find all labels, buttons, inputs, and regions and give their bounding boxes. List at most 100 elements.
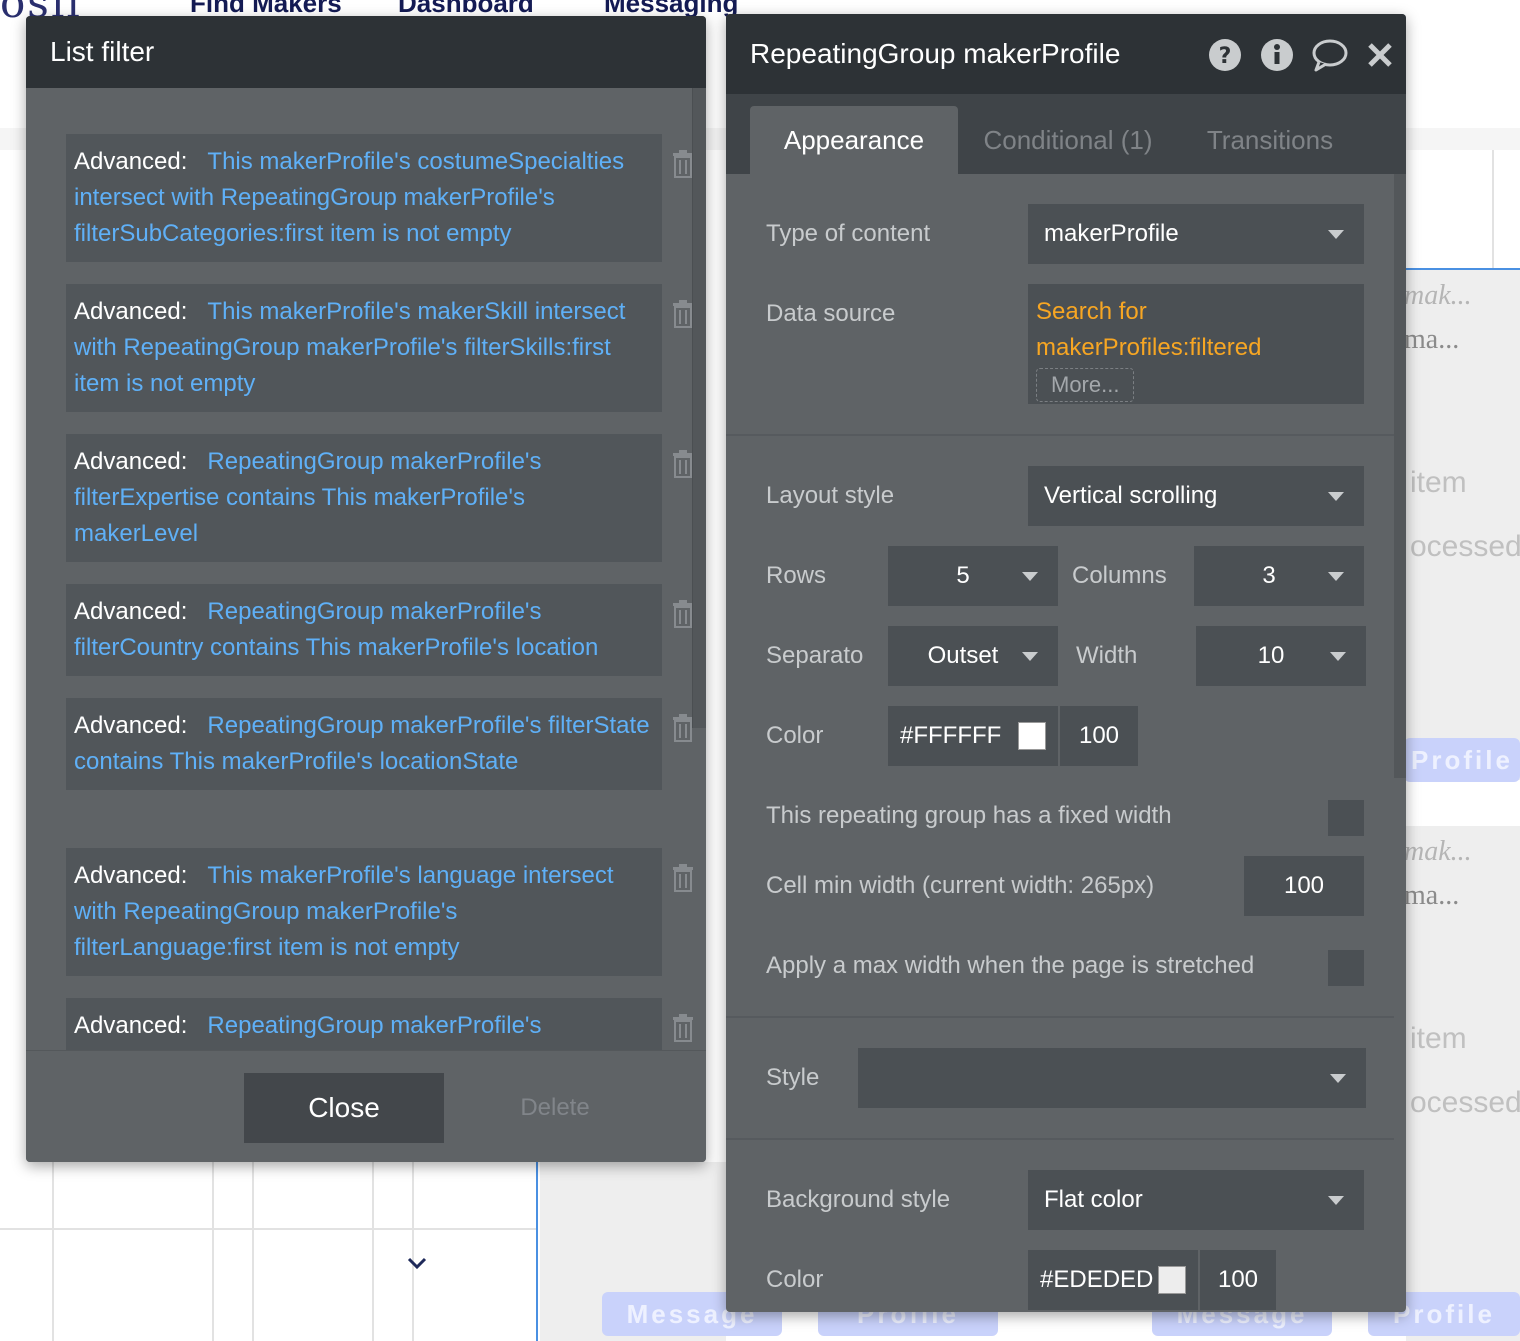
filter-type-label: Advanced: [74, 148, 188, 175]
color-swatch[interactable] [1158, 1266, 1186, 1294]
background-style-dropdown[interactable]: Flat color [1028, 1170, 1364, 1230]
list-scrollbar[interactable] [692, 88, 706, 728]
separator-width-value: 10 [1257, 642, 1285, 669]
filter-item[interactable]: Advanced: RepeatingGroup makerProfile's f… [66, 434, 693, 562]
fixed-width-checkbox[interactable] [1328, 800, 1364, 836]
layout-style-dropdown[interactable]: Vertical scrolling [1028, 466, 1364, 526]
list-filter-title: List filter [50, 36, 155, 67]
background-color-input[interactable]: #EDEDED [1028, 1250, 1198, 1310]
trash-icon[interactable] [672, 864, 694, 892]
chevron-down-icon [1022, 572, 1038, 581]
list-filter-panel: List filter Advanced: This makerProfile's… [26, 16, 706, 1162]
trash-icon[interactable] [672, 600, 694, 628]
tab-transitions[interactable]: Transitions [1186, 106, 1354, 174]
rows-dropdown[interactable]: 5 [888, 546, 1058, 606]
background-opacity-value: 100 [1217, 1266, 1259, 1293]
list-filter-footer: Close Delete [26, 1050, 706, 1162]
bg-item-2: item [1410, 1022, 1467, 1055]
filter-item[interactable]: Advanced: This makerProfile's makerSkill … [66, 284, 693, 412]
comment-icon[interactable] [1312, 38, 1348, 72]
trash-icon[interactable] [672, 150, 694, 178]
background-opacity-input[interactable]: 100 [1200, 1250, 1276, 1310]
chevron-down-icon [1328, 1196, 1344, 1205]
filter-item[interactable]: Advanced: This makerProfile's language in… [66, 848, 693, 976]
color-swatch[interactable] [1018, 722, 1046, 750]
background-color-hex: #EDEDED [1040, 1266, 1154, 1293]
data-source-line1: Search for [1036, 298, 1147, 325]
separator-dropdown[interactable]: Outset [888, 626, 1058, 686]
trash-icon[interactable] [672, 1014, 694, 1042]
type-of-content-dropdown[interactable]: makerProfile [1028, 204, 1364, 264]
fixed-width-label: This repeating group has a fixed width [766, 802, 1172, 829]
filter-type-label: Advanced: [74, 598, 188, 625]
bg-processed-2: ocessed [1410, 1086, 1520, 1119]
separator-value: Outset [927, 642, 999, 669]
help-icon[interactable]: ? [1208, 38, 1242, 72]
section-divider [726, 1138, 1394, 1140]
close-icon[interactable] [1366, 41, 1394, 69]
separator-color-label: Color [766, 722, 824, 749]
style-label: Style [766, 1064, 820, 1091]
info-icon[interactable] [1260, 38, 1294, 72]
section-divider [726, 1016, 1394, 1018]
editor-scrollbar[interactable] [1394, 174, 1406, 778]
data-source-label: Data source [766, 300, 896, 327]
header-icons: ? [1208, 38, 1394, 72]
filter-item[interactable]: Advanced: This makerProfile's costumeSpec… [66, 134, 693, 262]
canvas-col-line-1 [52, 1162, 54, 1341]
separator-width-dropdown[interactable]: 10 [1196, 626, 1366, 686]
section-divider [726, 434, 1394, 436]
bg-item-1: item [1410, 466, 1467, 499]
type-of-content-value: makerProfile [1044, 220, 1179, 247]
chevron-down-icon[interactable] [404, 1250, 430, 1276]
filter-type-label: Advanced: [74, 862, 188, 889]
property-editor-header[interactable]: RepeatingGroup makerProfile ? [726, 14, 1406, 94]
columns-dropdown[interactable]: 3 [1194, 546, 1364, 606]
filter-item[interactable]: Advanced: RepeatingGroup makerProfile's f… [66, 698, 693, 790]
chevron-down-icon [1328, 572, 1344, 581]
bg-ma-1: ma... [1404, 324, 1460, 355]
canvas-row-line [0, 1228, 536, 1230]
separator-width-label: Width [1076, 642, 1138, 669]
rows-label: Rows [766, 562, 827, 589]
columns-label: Columns [1072, 562, 1167, 589]
data-source-line2: makerProfiles:filtered [1036, 334, 1262, 361]
close-button[interactable]: Close [244, 1073, 444, 1143]
cell-min-width-value: 100 [1283, 872, 1325, 899]
max-width-checkbox[interactable] [1328, 950, 1364, 986]
separator-opacity-value: 100 [1078, 722, 1120, 749]
separator-color-input[interactable]: #FFFFFF [888, 706, 1058, 766]
max-width-label: Apply a max width when the page is stret… [766, 952, 1255, 979]
bg-mak-1: mak... [1404, 280, 1472, 311]
chevron-down-icon [1328, 230, 1344, 239]
rows-value: 5 [956, 562, 970, 589]
layout-style-value: Vertical scrolling [1044, 482, 1218, 509]
tab-conditional[interactable]: Conditional (1) [962, 106, 1174, 174]
cell-min-width-input[interactable]: 100 [1244, 856, 1364, 916]
canvas-col-line-3 [252, 1162, 254, 1341]
bg-mak-2: mak... [1404, 836, 1472, 867]
more-button[interactable]: More... [1036, 368, 1135, 402]
delete-button[interactable]: Delete [480, 1073, 630, 1143]
separator-opacity-input[interactable]: 100 [1060, 706, 1138, 766]
trash-icon[interactable] [672, 450, 694, 478]
tab-bar: Appearance Conditional (1) Transitions [726, 94, 1406, 174]
filter-list: Advanced: This makerProfile's costumeSpec… [26, 88, 706, 1066]
separator-label: Separato [766, 642, 864, 669]
cell-min-width-label: Cell min width (current width: 265px) [766, 872, 1155, 899]
filter-expression[interactable]: RepeatingGroup makerProfile's [207, 1012, 541, 1039]
columns-value: 3 [1262, 562, 1276, 589]
trash-icon[interactable] [672, 300, 694, 328]
background-color-label: Color [766, 1266, 824, 1293]
tab-appearance[interactable]: Appearance [750, 106, 958, 174]
chevron-down-icon [1330, 652, 1346, 661]
style-dropdown[interactable] [858, 1048, 1366, 1108]
trash-icon[interactable] [672, 714, 694, 742]
property-editor-panel: RepeatingGroup makerProfile ? Appearance… [726, 14, 1406, 1312]
canvas-divider [1492, 150, 1494, 268]
filter-item[interactable]: Advanced: RepeatingGroup makerProfile's f… [66, 584, 693, 676]
bg-profile-button: Profile [1404, 738, 1520, 782]
data-source-expression[interactable]: Search for makerProfiles:filtered More..… [1028, 284, 1364, 404]
list-filter-header[interactable]: List filter [26, 16, 706, 88]
background-style-value: Flat color [1044, 1186, 1143, 1213]
